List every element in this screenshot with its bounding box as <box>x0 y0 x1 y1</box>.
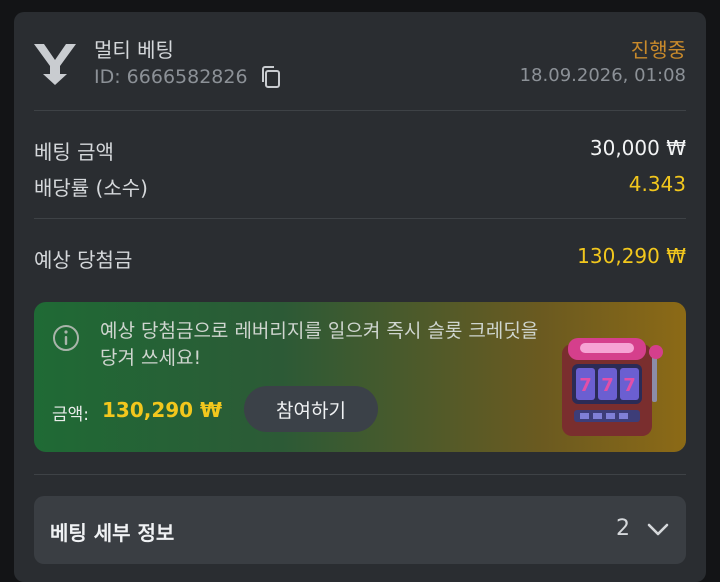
details-count: 2 <box>616 516 630 541</box>
payout-label: 예상 당첨금 <box>34 248 133 272</box>
svg-text:7: 7 <box>579 375 592 396</box>
join-button[interactable]: 참여하기 <box>244 386 378 432</box>
slot-credit-promo-banner: 예상 당첨금으로 레버리지를 일으켜 즉시 슬롯 크레딧을 당겨 쓰세요! 금액… <box>34 302 686 452</box>
odds-label: 배당률 (소수) <box>34 176 148 200</box>
divider <box>34 474 686 475</box>
odds-value: 4.343 <box>628 172 686 196</box>
bet-type-label: 멀티 베팅 <box>94 38 174 62</box>
bet-details-toggle[interactable]: 베팅 세부 정보 2 <box>34 496 686 564</box>
brand-logo-icon <box>34 44 76 85</box>
status-badge: 진행중 <box>630 38 686 62</box>
odds-row: 배당률 (소수) 4.343 <box>34 172 686 201</box>
details-title: 베팅 세부 정보 <box>50 521 175 545</box>
svg-text:7: 7 <box>623 375 636 396</box>
payout-row: 예상 당첨금 130,290 ₩ <box>34 244 686 273</box>
chevron-down-icon <box>647 523 669 536</box>
bet-card: 멀티 베팅 ID: 6666582826 진행중 18.09.2026, 01:… <box>14 12 706 582</box>
bet-id-text: ID: 6666582826 <box>94 66 248 88</box>
promo-amount-label: 금액: <box>52 405 90 425</box>
info-icon <box>53 325 79 351</box>
promo-text: 예상 당첨금으로 레버리지를 일으켜 즉시 슬롯 크레딧을 당겨 쓰세요! <box>100 320 539 369</box>
bet-datetime: 18.09.2026, 01:08 <box>519 65 686 86</box>
payout-value: 130,290 ₩ <box>577 244 686 268</box>
stake-value: 30,000 ₩ <box>589 136 686 160</box>
bet-header: 멀티 베팅 ID: 6666582826 진행중 18.09.2026, 01:… <box>14 12 706 108</box>
stake-label: 베팅 금액 <box>34 140 114 164</box>
divider <box>34 218 686 219</box>
divider <box>34 110 686 111</box>
promo-amount-value: 130,290 ₩ <box>102 398 223 422</box>
stake-row: 베팅 금액 30,000 ₩ <box>34 136 686 165</box>
copy-icon[interactable] <box>260 65 282 89</box>
bet-id: ID: 6666582826 <box>94 65 282 89</box>
slot-machine-icon: 7 7 7 <box>562 338 663 436</box>
svg-text:7: 7 <box>601 375 614 396</box>
